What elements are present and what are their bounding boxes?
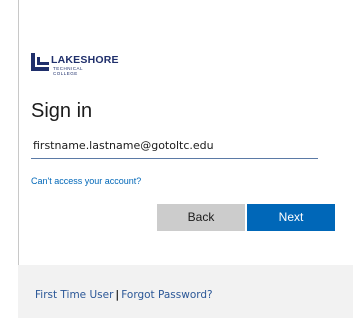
footer: First Time User | Forgot Password? <box>18 265 353 318</box>
footer-links: First Time User | Forgot Password? <box>35 289 213 302</box>
logo-sub-text: TECHNICAL COLLEGE <box>53 66 83 76</box>
logo-main-text: LAKESHORE <box>51 54 119 66</box>
back-button[interactable]: Back <box>157 204 245 231</box>
page-title: Sign in <box>31 100 93 122</box>
email-field[interactable] <box>31 137 318 159</box>
footer-separator: | <box>115 289 120 301</box>
lakeshore-logo: LAKESHORE TECHNICAL COLLEGE <box>31 53 141 77</box>
next-button[interactable]: Next <box>247 204 335 231</box>
forgot-password-link[interactable]: Forgot Password? <box>121 289 212 301</box>
logo-sub-line-2: COLLEGE <box>53 71 78 76</box>
logo-mark-icon <box>31 53 49 71</box>
first-time-user-link[interactable]: First Time User <box>35 289 113 301</box>
cant-access-link[interactable]: Can't access your account? <box>31 176 141 187</box>
